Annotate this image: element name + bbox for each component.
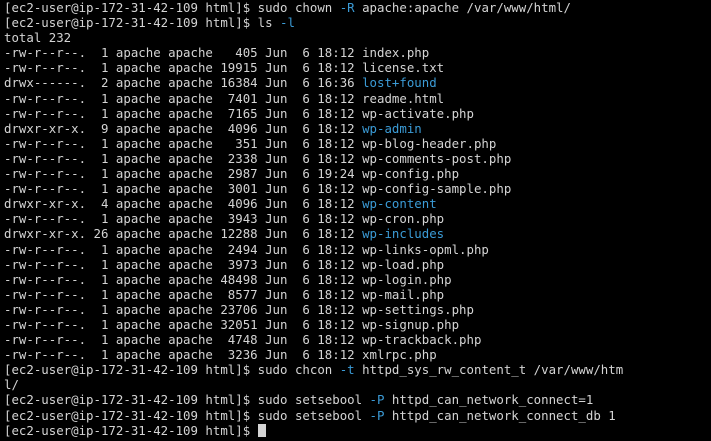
command-line-chown: [ec2-user@ip-172-31-42-109 html]$ sudo c… — [4, 0, 711, 15]
listing-row: -rw-r--r--. 1 apache apache 4748 Jun 6 1… — [4, 332, 711, 347]
file-metadata: -rw-r--r--. 1 apache apache 3973 Jun 6 1… — [4, 256, 363, 272]
listing-total: total 232 — [4, 30, 72, 46]
file-metadata: -rw-r--r--. 1 apache apache 7165 Jun 6 1… — [4, 105, 363, 121]
listing-row: -rw-r--r--. 1 apache apache 3973 Jun 6 1… — [4, 257, 711, 272]
command-args: httpd_sys_rw_content_t /var/www/htm — [354, 362, 624, 378]
listing-row: -rw-r--r--. 1 apache apache 2338 Jun 6 1… — [4, 151, 711, 166]
listing-row: drwxr-xr-x. 26 apache apache 12288 Jun 6… — [4, 226, 711, 241]
listing-row: -rw-r--r--. 1 apache apache 32051 Jun 6 … — [4, 317, 711, 332]
file-name: wp-load.php — [362, 256, 445, 272]
listing-row: drwxr-xr-x. 4 apache apache 4096 Jun 6 1… — [4, 196, 711, 211]
file-name: wp-activate.php — [362, 105, 474, 121]
file-metadata: drwxr-xr-x. 4 apache apache 4096 Jun 6 1… — [4, 196, 363, 212]
file-metadata: drwx------. 2 apache apache 16384 Jun 6 … — [4, 75, 363, 91]
listing-row: -rw-r--r--. 1 apache apache 23706 Jun 6 … — [4, 302, 711, 317]
shell-prompt: [ec2-user@ip-172-31-42-109 html]$ — [4, 362, 258, 378]
command-text: sudo chown — [257, 0, 340, 15]
listing-row: -rw-r--r--. 1 apache apache 7165 Jun 6 1… — [4, 106, 711, 121]
listing-row: -rw-r--r--. 1 apache apache 405 Jun 6 18… — [4, 45, 711, 60]
listing-row: -rw-r--r--. 1 apache apache 7401 Jun 6 1… — [4, 91, 711, 106]
command-line-chcon: [ec2-user@ip-172-31-42-109 html]$ sudo c… — [4, 362, 711, 377]
command-args: httpd_can_network_connect_db 1 — [384, 407, 616, 423]
directory-name: wp-admin — [362, 120, 422, 136]
command-text: ls — [257, 15, 281, 31]
command-line-chcon-wrap: l/ — [4, 377, 19, 393]
command-flag: -t — [339, 362, 355, 378]
listing-row: -rw-r--r--. 1 apache apache 19915 Jun 6 … — [4, 60, 711, 75]
file-metadata: drwxr-xr-x. 9 apache apache 4096 Jun 6 1… — [4, 120, 363, 136]
command-line-setsebool-1: [ec2-user@ip-172-31-42-109 html]$ sudo s… — [4, 392, 711, 407]
listing-row: -rw-r--r--. 1 apache apache 2987 Jun 6 1… — [4, 166, 711, 181]
file-name: wp-signup.php — [362, 316, 460, 332]
command-line-setsebool-2: [ec2-user@ip-172-31-42-109 html]$ sudo s… — [4, 408, 711, 423]
file-metadata: -rw-r--r--. 1 apache apache 32051 Jun 6 … — [4, 316, 363, 332]
file-name: wp-login.php — [362, 271, 452, 287]
listing-row: -rw-r--r--. 1 apache apache 8577 Jun 6 1… — [4, 287, 711, 302]
shell-prompt: [ec2-user@ip-172-31-42-109 html]$ — [4, 407, 258, 423]
file-name: wp-config.php — [362, 166, 460, 182]
file-name: wp-links-opml.php — [362, 241, 489, 257]
file-metadata: -rw-r--r--. 1 apache apache 7401 Jun 6 1… — [4, 90, 363, 106]
listing-row: -rw-r--r--. 1 apache apache 3236 Jun 6 1… — [4, 347, 711, 362]
file-name: readme.html — [362, 90, 445, 106]
shell-prompt: [ec2-user@ip-172-31-42-109 html]$ — [4, 15, 258, 31]
active-prompt-line[interactable]: [ec2-user@ip-172-31-42-109 html]$ — [4, 423, 711, 438]
directory-name: wp-content — [362, 196, 437, 212]
command-flag: -R — [339, 0, 355, 15]
file-name: wp-mail.php — [362, 286, 445, 302]
file-metadata: -rw-r--r--. 1 apache apache 2494 Jun 6 1… — [4, 241, 363, 257]
file-metadata: -rw-r--r--. 1 apache apache 19915 Jun 6 … — [4, 60, 363, 76]
file-metadata: -rw-r--r--. 1 apache apache 3001 Jun 6 1… — [4, 181, 363, 197]
directory-name: wp-includes — [362, 226, 445, 242]
command-text: sudo setsebool — [257, 392, 370, 408]
shell-prompt: [ec2-user@ip-172-31-42-109 html]$ — [4, 0, 258, 15]
command-flag: -P — [369, 392, 385, 408]
terminal-window[interactable]: [ec2-user@ip-172-31-42-109 html]$ sudo c… — [0, 0, 711, 441]
listing-row: -rw-r--r--. 1 apache apache 2494 Jun 6 1… — [4, 242, 711, 257]
file-metadata: -rw-r--r--. 1 apache apache 48498 Jun 6 … — [4, 271, 363, 287]
directory-name: lost+found — [362, 75, 437, 91]
file-name: wp-blog-header.php — [362, 135, 497, 151]
command-flag: -P — [369, 407, 385, 423]
file-name: wp-cron.php — [362, 211, 445, 227]
text-cursor[interactable] — [257, 423, 266, 437]
file-metadata: -rw-r--r--. 1 apache apache 351 Jun 6 18… — [4, 135, 363, 151]
file-name: wp-settings.php — [362, 301, 474, 317]
shell-prompt: [ec2-user@ip-172-31-42-109 html]$ — [4, 422, 258, 438]
file-metadata: drwxr-xr-x. 26 apache apache 12288 Jun 6… — [4, 226, 363, 242]
listing-row: -rw-r--r--. 1 apache apache 3943 Jun 6 1… — [4, 211, 711, 226]
file-name: xmlrpc.php — [362, 347, 437, 363]
file-metadata: -rw-r--r--. 1 apache apache 3236 Jun 6 1… — [4, 347, 363, 363]
file-metadata: -rw-r--r--. 1 apache apache 2987 Jun 6 1… — [4, 166, 363, 182]
shell-prompt: [ec2-user@ip-172-31-42-109 html]$ — [4, 392, 258, 408]
file-name: index.php — [362, 45, 430, 61]
command-text: sudo chcon — [257, 362, 340, 378]
directory-listing: -rw-r--r--. 1 apache apache 405 Jun 6 18… — [4, 45, 711, 362]
file-name: wp-trackback.php — [362, 332, 482, 348]
listing-row: -rw-r--r--. 1 apache apache 3001 Jun 6 1… — [4, 181, 711, 196]
file-metadata: -rw-r--r--. 1 apache apache 23706 Jun 6 … — [4, 301, 363, 317]
command-args: httpd_can_network_connect=1 — [384, 392, 594, 408]
file-name: wp-config-sample.php — [362, 181, 512, 197]
file-name: license.txt — [362, 60, 445, 76]
listing-row: -rw-r--r--. 1 apache apache 48498 Jun 6 … — [4, 272, 711, 287]
file-name: wp-comments-post.php — [362, 150, 512, 166]
command-line-ls: [ec2-user@ip-172-31-42-109 html]$ ls -l — [4, 15, 711, 30]
listing-row: drwx------. 2 apache apache 16384 Jun 6 … — [4, 75, 711, 90]
command-args: apache:apache /var/www/html/ — [354, 0, 571, 15]
command-text: sudo setsebool — [257, 407, 370, 423]
command-flag: -l — [280, 15, 295, 31]
file-metadata: -rw-r--r--. 1 apache apache 3943 Jun 6 1… — [4, 211, 363, 227]
file-metadata: -rw-r--r--. 1 apache apache 8577 Jun 6 1… — [4, 286, 363, 302]
listing-row: drwxr-xr-x. 9 apache apache 4096 Jun 6 1… — [4, 121, 711, 136]
file-metadata: -rw-r--r--. 1 apache apache 405 Jun 6 18… — [4, 45, 363, 61]
file-metadata: -rw-r--r--. 1 apache apache 4748 Jun 6 1… — [4, 332, 363, 348]
listing-row: -rw-r--r--. 1 apache apache 351 Jun 6 18… — [4, 136, 711, 151]
file-metadata: -rw-r--r--. 1 apache apache 2338 Jun 6 1… — [4, 150, 363, 166]
